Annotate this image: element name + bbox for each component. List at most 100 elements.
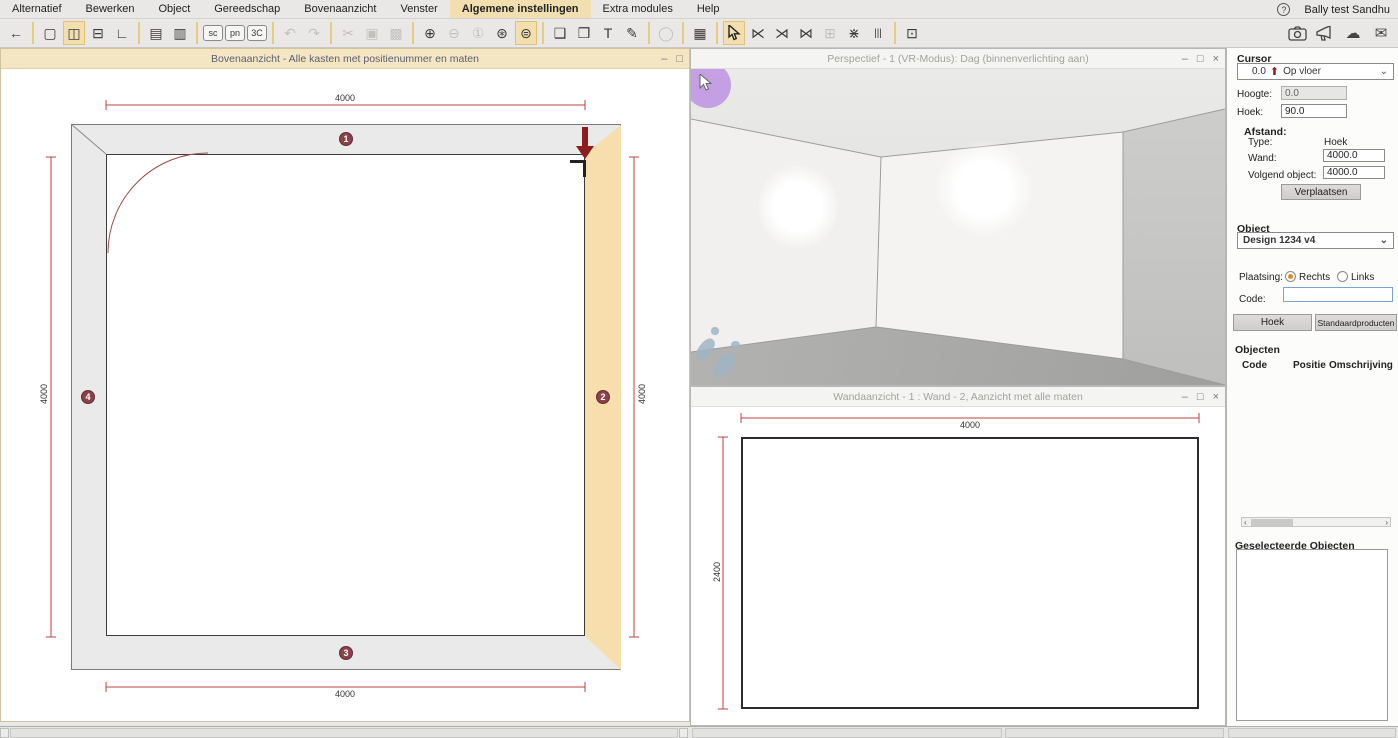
- annotation-button[interactable]: ❒: [573, 21, 595, 45]
- window-new-icon[interactable]: ▢: [39, 21, 61, 45]
- perspective-titlebar[interactable]: Perspectief - 1 (VR-Modus): Dag (binnenv…: [691, 49, 1225, 69]
- window-corner-icon[interactable]: ∟: [111, 21, 133, 45]
- gallery-icon[interactable]: [1286, 22, 1308, 44]
- footprint-toe-right: [731, 341, 740, 350]
- maximize-button[interactable]: □: [1197, 391, 1204, 403]
- menu-items: Alternatief Bewerken Object Gereedschap Bove…: [0, 0, 731, 18]
- maximize-button[interactable]: □: [676, 53, 683, 65]
- hoek-button[interactable]: Hoek: [1233, 314, 1312, 331]
- cursor-mode-value: Op vloer: [1283, 66, 1321, 77]
- scroll-end-button[interactable]: [0, 728, 9, 738]
- window-split-icon[interactable]: ◫: [63, 21, 85, 45]
- scroll-left-icon[interactable]: ‹: [1244, 518, 1247, 527]
- scroll-end-button[interactable]: [679, 728, 688, 738]
- scroll-right-icon[interactable]: ›: [1385, 518, 1388, 527]
- selected-objects-list[interactable]: [1236, 549, 1388, 721]
- sidebar-hscrollbar[interactable]: [1228, 728, 1396, 738]
- calculator-button[interactable]: ▦: [689, 21, 711, 45]
- wall-dimension-width: 4000: [959, 420, 981, 430]
- dimension-toggle-4-icon[interactable]: ⋇: [843, 21, 865, 45]
- perspective-3d-viewport[interactable]: [691, 69, 1225, 385]
- pn-button[interactable]: pn: [225, 25, 245, 41]
- dimension-label-bottom: 4000: [334, 689, 356, 699]
- zoom-selection-button[interactable]: ⊛: [491, 21, 513, 45]
- objecten-label: Objecten: [1235, 344, 1280, 356]
- section-lines-button[interactable]: |||: [867, 21, 889, 45]
- hoek-field[interactable]: [1281, 104, 1347, 118]
- wall-elevation-canvas[interactable]: 4000 2400: [691, 407, 1225, 725]
- zoom-out-button: ⊖: [448, 24, 460, 41]
- wand-hscrollbar[interactable]: [692, 728, 1002, 738]
- zoom-in-button[interactable]: ⊕: [419, 21, 441, 45]
- wand-field[interactable]: [1323, 149, 1385, 162]
- markup-button[interactable]: ✎: [621, 21, 643, 45]
- code-field[interactable]: [1283, 287, 1393, 302]
- hoogte-label: Hoogte:: [1237, 89, 1273, 100]
- dimension-toggle-1-icon[interactable]: ⋉: [747, 21, 769, 45]
- menu-item-venster[interactable]: Venster: [388, 0, 449, 18]
- menu-item-algemene-instellingen[interactable]: Algemene instellingen: [449, 0, 591, 18]
- verplaatsen-button[interactable]: Verplaatsen: [1281, 184, 1361, 200]
- menu-item-bovenaanzicht[interactable]: Bovenaanzicht: [292, 0, 388, 18]
- plan-hscrollbar[interactable]: [10, 728, 678, 738]
- zoom-actual-button: ①: [471, 24, 485, 41]
- toolbar-right-icons: ☁ ✉: [1286, 22, 1392, 44]
- menu-item-gereedschap[interactable]: Gereedschap: [202, 0, 292, 18]
- standaardproducten-button[interactable]: Standaardproducten: [1315, 314, 1397, 331]
- menu-item-bewerken[interactable]: Bewerken: [74, 0, 147, 18]
- print-button[interactable]: ▥: [169, 21, 191, 45]
- minimize-button[interactable]: –: [1182, 391, 1188, 403]
- dimension-toggle-2-icon[interactable]: ⋊: [771, 21, 793, 45]
- menu-item-extra-modules[interactable]: Extra modules: [591, 0, 685, 18]
- back-button[interactable]: ←: [5, 21, 27, 45]
- toolbar-separator: [412, 22, 414, 44]
- close-button[interactable]: ×: [1213, 53, 1219, 65]
- announce-icon[interactable]: [1314, 22, 1336, 44]
- help-icon[interactable]: ?: [1277, 3, 1291, 16]
- minimize-button[interactable]: –: [1182, 53, 1188, 65]
- hoogte-field[interactable]: [1281, 86, 1347, 100]
- menu-item-help[interactable]: Help: [685, 0, 732, 18]
- mail-icon[interactable]: ✉: [1370, 22, 1392, 44]
- save-button[interactable]: ▤: [145, 21, 167, 45]
- floor-plan-canvas[interactable]: 4000 4000 4000 4000 1 2 3 4: [1, 69, 689, 721]
- close-button[interactable]: ×: [1213, 391, 1219, 403]
- cloud-icon[interactable]: ☁: [1342, 22, 1364, 44]
- dimension-label-right: 4000: [637, 383, 647, 405]
- aux-hscrollbar[interactable]: [1005, 728, 1224, 738]
- application-window: Alternatief Bewerken Object Gereedschap Bove…: [0, 0, 1398, 738]
- corner-origin-mark-v: [583, 160, 586, 177]
- cut-button: ✂: [342, 24, 354, 41]
- column-header-positie: Positie: [1293, 360, 1326, 371]
- select-cursor-button[interactable]: [723, 21, 745, 45]
- dimension-toggle-3-icon[interactable]: ⋈: [795, 21, 817, 45]
- minimize-button[interactable]: –: [661, 53, 667, 65]
- type-value: Hoek: [1324, 137, 1348, 148]
- rechts-radio[interactable]: [1285, 271, 1296, 282]
- perspective-title: Perspectief - 1 (VR-Modus): Dag (binnenv…: [827, 52, 1089, 65]
- menu-item-alternatief[interactable]: Alternatief: [0, 0, 74, 18]
- zoom-pan-button[interactable]: ⊜: [515, 21, 537, 45]
- object-dropdown[interactable]: Design 1234 v4 ⌄: [1237, 232, 1394, 249]
- plan-window-titlebar[interactable]: Bovenaanzicht - Alle kasten met positien…: [1, 49, 689, 69]
- footprint-toe-left: [711, 327, 719, 335]
- window-cascade-icon[interactable]: ⊟: [87, 21, 109, 45]
- sc-button[interactable]: sc: [203, 25, 223, 41]
- volgend-object-field[interactable]: [1323, 166, 1385, 179]
- text-tool-button[interactable]: T: [597, 21, 619, 45]
- 3c-button[interactable]: 3C: [247, 25, 267, 41]
- wall-dimension-height: 2400: [712, 561, 722, 583]
- toolbar: ← ▢ ◫ ⊟ ∟ ▤ ▥ sc pn 3C ↶ ↷ ✂ ▣ ▩ ⊕ ⊖ ① ⊛ ⊜ ❑ ❒ T ✎ ◯ ▦ ⋉ ⋊ ⋈ ⊞ ⋇ ||| ⊡: [0, 19, 1398, 48]
- wall-view-titlebar[interactable]: Wandaanzicht - 1 : Wand - 2, Aanzicht me…: [691, 387, 1225, 407]
- dimension-label-top: 4000: [334, 93, 356, 103]
- type-label: Type:: [1248, 137, 1273, 148]
- links-label: Links: [1351, 272, 1375, 283]
- objects-horizontal-scrollbar[interactable]: ‹ ›: [1241, 517, 1391, 527]
- menu-item-object[interactable]: Object: [146, 0, 202, 18]
- scrollbar-thumb[interactable]: [1251, 519, 1293, 526]
- links-radio[interactable]: [1337, 271, 1348, 282]
- maximize-button[interactable]: □: [1197, 53, 1204, 65]
- notes-button[interactable]: ❑: [549, 21, 571, 45]
- cursor-mode-dropdown[interactable]: 0.0 ⬆ Op vloer ⌄: [1237, 63, 1394, 80]
- stamp-button[interactable]: ⊡: [901, 21, 923, 45]
